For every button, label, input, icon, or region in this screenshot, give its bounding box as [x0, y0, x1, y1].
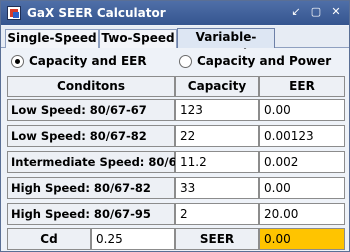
minimize-icon[interactable]: ↙	[288, 5, 304, 21]
tab-single-speed[interactable]: Single-Speed	[5, 29, 99, 48]
tab-content: Capacity and EER Capacity and Power Cond…	[3, 49, 347, 250]
capacity-input[interactable]: 11.2	[175, 151, 259, 173]
capacity-input[interactable]: 2	[175, 203, 259, 225]
app-window: GaX SEER Calculator ↙ ▢ ✕ Single-Speed T…	[0, 0, 350, 252]
capacity-power-radio[interactable]	[179, 55, 192, 68]
eer-input[interactable]: 0.00	[259, 99, 345, 121]
cd-label: Cd	[7, 228, 91, 250]
header-conditions: Conditons	[7, 76, 175, 97]
close-icon[interactable]: ✕	[328, 5, 344, 21]
capacity-input[interactable]: 22	[175, 125, 259, 147]
title-bar[interactable]: GaX SEER Calculator ↙ ▢ ✕	[1, 1, 349, 25]
eer-input[interactable]: 0.00	[259, 177, 345, 199]
tab-strip: Single-Speed Two-Speed Variable-Speed	[1, 26, 349, 61]
capacity-input[interactable]: 123	[175, 99, 259, 121]
app-icon	[7, 6, 21, 20]
seer-label: SEER	[175, 228, 259, 250]
eer-input[interactable]: 20.00	[259, 203, 345, 225]
capacity-input[interactable]: 33	[175, 177, 259, 199]
condition-label: High Speed: 80/67-95	[7, 203, 175, 225]
capacity-eer-radio[interactable]	[11, 55, 24, 68]
maximize-icon[interactable]: ▢	[308, 5, 324, 21]
tab-two-speed[interactable]: Two-Speed	[99, 29, 177, 48]
eer-input[interactable]: 0.002	[259, 151, 345, 173]
condition-label: Intermediate Speed: 80/67-87	[7, 151, 205, 173]
condition-label: Low Speed: 80/67-82	[7, 125, 175, 147]
window-title: GaX SEER Calculator	[27, 6, 166, 20]
tab-variable-speed[interactable]: Variable-Speed	[177, 28, 275, 61]
mode-selector: Capacity and EER Capacity and Power	[3, 53, 347, 71]
condition-label: Low Speed: 80/67-67	[7, 99, 175, 121]
condition-label: High Speed: 80/67-82	[7, 177, 175, 199]
header-capacity: Capacity	[175, 76, 259, 97]
seer-table: Conditons Capacity EER Low Speed: 80/67-…	[7, 76, 345, 250]
eer-input[interactable]: 0.00123	[259, 125, 345, 147]
capacity-eer-label[interactable]: Capacity and EER	[29, 54, 147, 68]
cd-value-field[interactable]: 0.25	[91, 228, 175, 250]
header-eer: EER	[259, 76, 345, 97]
seer-result-field: 0.00	[259, 228, 345, 250]
capacity-power-label[interactable]: Capacity and Power	[197, 54, 331, 68]
